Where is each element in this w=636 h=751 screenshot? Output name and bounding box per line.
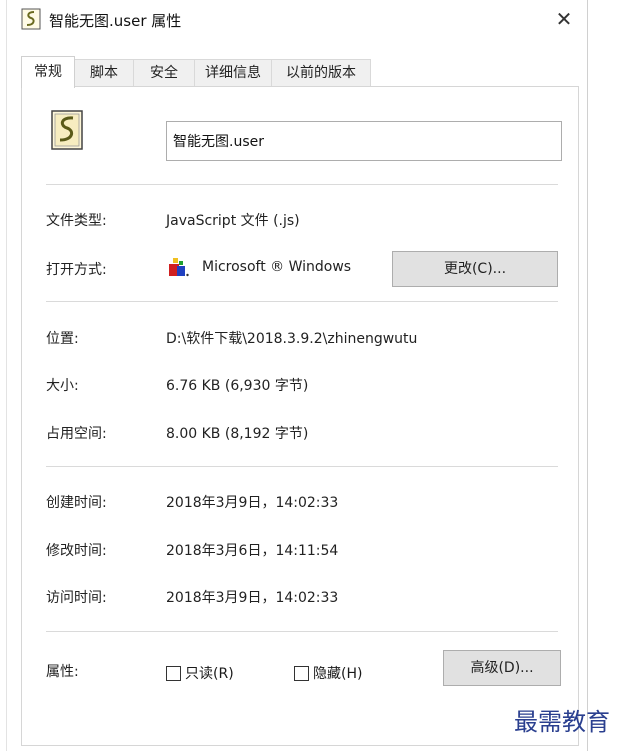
tab-script[interactable]: 脚本 [74, 59, 134, 86]
accessed-label: 访问时间: [46, 590, 107, 606]
script-file-icon [21, 8, 41, 30]
separator [46, 631, 558, 632]
advanced-button[interactable]: 高级(D)... [443, 650, 561, 686]
tab-security[interactable]: 安全 [133, 59, 195, 86]
windows-script-host-icon [169, 258, 189, 277]
change-button[interactable]: 更改(C)... [392, 251, 558, 287]
hidden-checkbox-box[interactable] [294, 666, 309, 681]
accessed-value: 2018年3月9日，14:02:33 [166, 590, 339, 606]
open-with-value: Microsoft ® Windows [202, 259, 352, 275]
size-on-disk-label: 占用空间: [46, 426, 107, 442]
window-title: 智能无图.user 属性 [49, 12, 182, 30]
readonly-checkbox[interactable]: 只读(R) [166, 663, 234, 683]
open-with-label: 打开方式: [46, 262, 107, 278]
created-label: 创建时间: [46, 495, 107, 511]
hidden-checkbox-label: 隐藏(H) [313, 666, 363, 682]
general-panel: 文件类型: JavaScript 文件 (.js) 打开方式: Microsof… [21, 86, 579, 746]
location-value: D:\软件下载\2018.3.9.2\zhinengwutu [166, 331, 418, 347]
tab-general[interactable]: 常规 [21, 56, 75, 88]
separator [46, 466, 558, 467]
created-value: 2018年3月9日，14:02:33 [166, 495, 339, 511]
close-icon: ✕ [555, 7, 573, 31]
separator [46, 184, 558, 185]
tab-previous-versions[interactable]: 以前的版本 [271, 59, 371, 86]
modified-label: 修改时间: [46, 543, 107, 559]
readonly-checkbox-box[interactable] [166, 666, 181, 681]
modified-value: 2018年3月6日，14:11:54 [166, 543, 339, 559]
file-name-input[interactable] [166, 121, 562, 161]
size-on-disk-value: 8.00 KB (8,192 字节) [166, 426, 309, 442]
location-label: 位置: [46, 331, 79, 347]
file-type-label: 文件类型: [46, 213, 107, 229]
size-label: 大小: [46, 378, 79, 394]
properties-dialog: 智能无图.user 属性 ✕ 常规 脚本 安全 详细信息 以前的版本 文件类型:… [6, 0, 588, 751]
hidden-checkbox[interactable]: 隐藏(H) [294, 663, 362, 683]
title-bar[interactable]: 智能无图.user 属性 ✕ [7, 0, 587, 38]
watermark-text: 最需教育 [514, 708, 610, 736]
separator [46, 301, 558, 302]
attributes-label: 属性: [46, 664, 79, 680]
close-button[interactable]: ✕ [549, 4, 579, 34]
size-value: 6.76 KB (6,930 字节) [166, 378, 309, 394]
script-file-icon [51, 110, 83, 150]
tab-details[interactable]: 详细信息 [194, 59, 272, 86]
file-type-value: JavaScript 文件 (.js) [166, 213, 300, 229]
readonly-checkbox-label: 只读(R) [185, 666, 234, 682]
